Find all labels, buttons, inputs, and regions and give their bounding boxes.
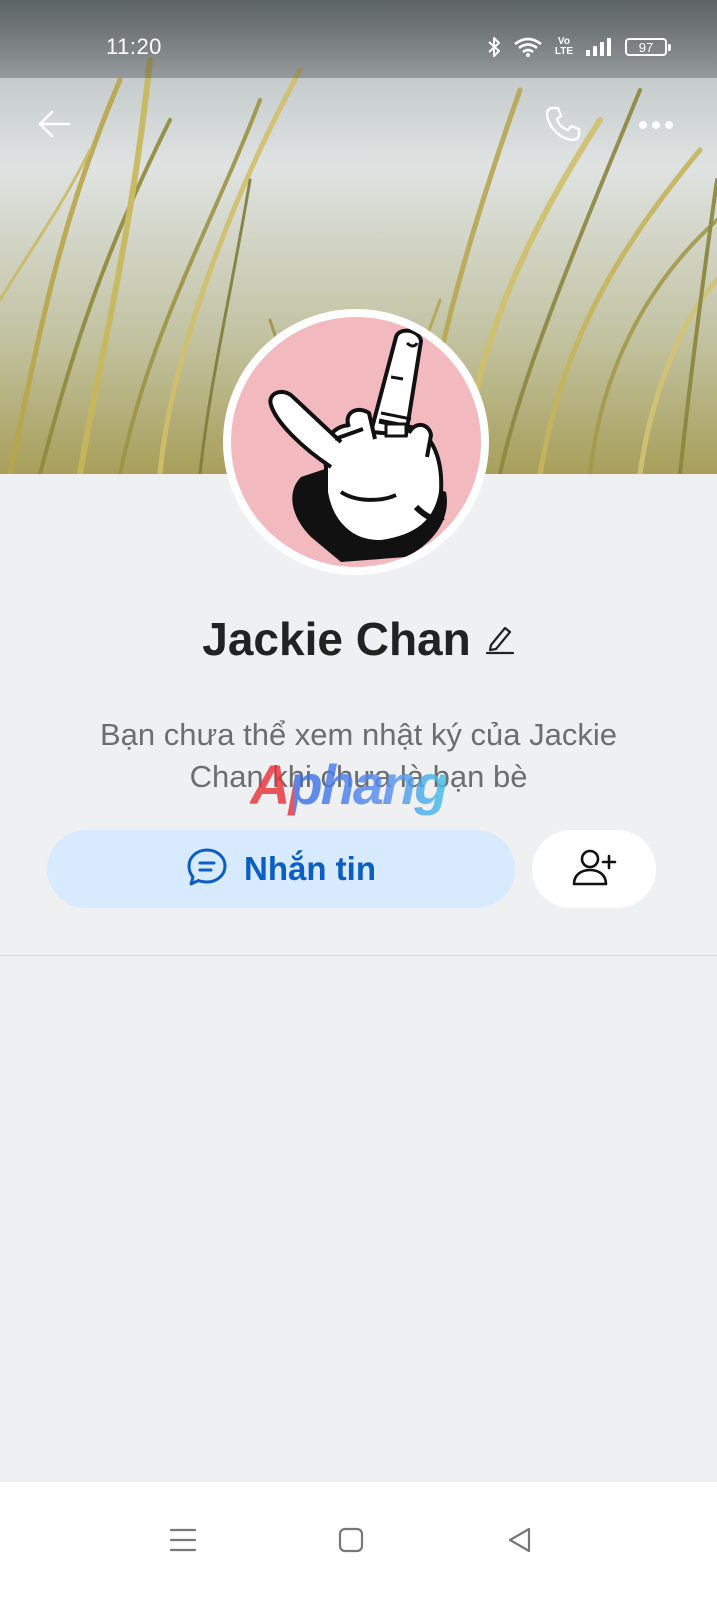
volte-icon: Vo LTE bbox=[555, 37, 573, 57]
message-button-label: Nhắn tin bbox=[244, 850, 376, 887]
home-button[interactable] bbox=[331, 1522, 371, 1562]
menu-icon bbox=[169, 1527, 197, 1558]
back-arrow-icon bbox=[37, 109, 71, 144]
add-friend-button[interactable] bbox=[532, 830, 656, 908]
call-button[interactable] bbox=[537, 100, 589, 152]
system-back-button[interactable] bbox=[499, 1522, 539, 1562]
bluetooth-icon bbox=[487, 36, 501, 58]
home-icon bbox=[338, 1527, 364, 1558]
system-nav-bar bbox=[0, 1482, 717, 1600]
back-button[interactable] bbox=[28, 100, 80, 152]
profile-name: Jackie Chan bbox=[202, 613, 471, 665]
section-divider bbox=[0, 955, 717, 956]
chat-bubble-icon bbox=[186, 847, 228, 892]
message-button[interactable]: Nhắn tin bbox=[47, 830, 515, 908]
edit-name-icon[interactable] bbox=[485, 623, 515, 655]
recent-apps-button[interactable] bbox=[163, 1522, 203, 1562]
battery-level: 97 bbox=[638, 39, 654, 55]
back-icon bbox=[506, 1526, 532, 1559]
battery-indicator: 97 bbox=[625, 38, 671, 56]
status-icons: Vo LTE 97 bbox=[487, 34, 671, 60]
more-options-button[interactable] bbox=[630, 100, 682, 152]
volte-label-bottom: LTE bbox=[554, 46, 573, 57]
hand-gesture-illustration bbox=[268, 328, 447, 562]
more-options-icon bbox=[638, 117, 674, 135]
add-friend-icon bbox=[571, 847, 617, 892]
signal-icon bbox=[585, 37, 613, 57]
avatar-image bbox=[231, 317, 481, 567]
status-time: 11:20 bbox=[106, 34, 162, 59]
avatar[interactable] bbox=[223, 309, 489, 575]
wifi-icon bbox=[513, 36, 543, 58]
friend-notice: Bạn chưa thể xem nhật ký của Jackie Chan… bbox=[99, 717, 618, 794]
profile-name-row: Jackie Chan bbox=[0, 612, 717, 666]
phone-icon bbox=[543, 104, 583, 149]
